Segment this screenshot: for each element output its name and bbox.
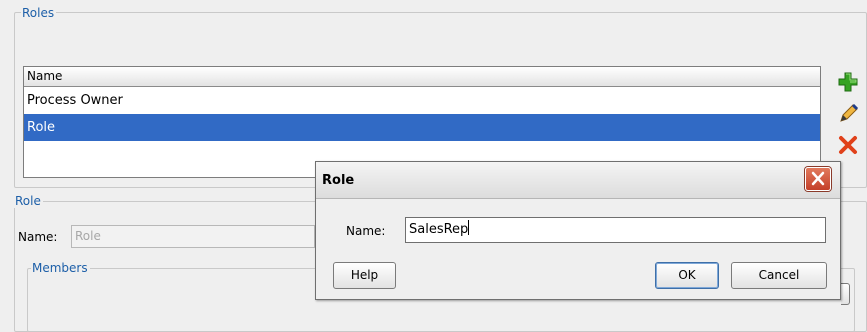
cancel-button[interactable]: Cancel bbox=[731, 262, 827, 289]
role-dialog: Role Name: SalesRep Help OK Cancel bbox=[315, 161, 841, 300]
ok-button[interactable]: OK bbox=[655, 262, 719, 289]
members-side-button[interactable] bbox=[841, 283, 850, 305]
delete-role-button[interactable] bbox=[836, 133, 860, 157]
add-role-button[interactable] bbox=[836, 70, 860, 94]
dialog-titlebar[interactable]: Role bbox=[316, 162, 840, 199]
plus-icon bbox=[838, 72, 858, 92]
dialog-title: Role bbox=[322, 173, 355, 188]
dialog-name-label: Name: bbox=[346, 224, 386, 238]
close-icon bbox=[811, 171, 825, 186]
pencil-icon bbox=[840, 103, 859, 122]
role-name-label: Name: bbox=[18, 230, 58, 244]
dialog-name-value: SalesRep bbox=[409, 222, 469, 237]
edit-role-button[interactable] bbox=[836, 102, 860, 126]
text-cursor bbox=[468, 220, 470, 235]
dialog-name-input[interactable]: SalesRep bbox=[405, 217, 826, 243]
help-button[interactable]: Help bbox=[333, 262, 396, 289]
members-legend: Members bbox=[31, 261, 90, 275]
role-legend: Role bbox=[14, 194, 43, 208]
delete-x-icon bbox=[839, 136, 857, 154]
table-row-selected[interactable]: Role bbox=[24, 114, 820, 141]
table-header-name[interactable]: Name bbox=[24, 67, 820, 87]
table-row[interactable]: Process Owner bbox=[24, 87, 820, 114]
roles-legend: Roles bbox=[21, 6, 57, 20]
dialog-close-button[interactable] bbox=[805, 167, 831, 191]
role-name-field[interactable]: Role bbox=[71, 225, 315, 248]
